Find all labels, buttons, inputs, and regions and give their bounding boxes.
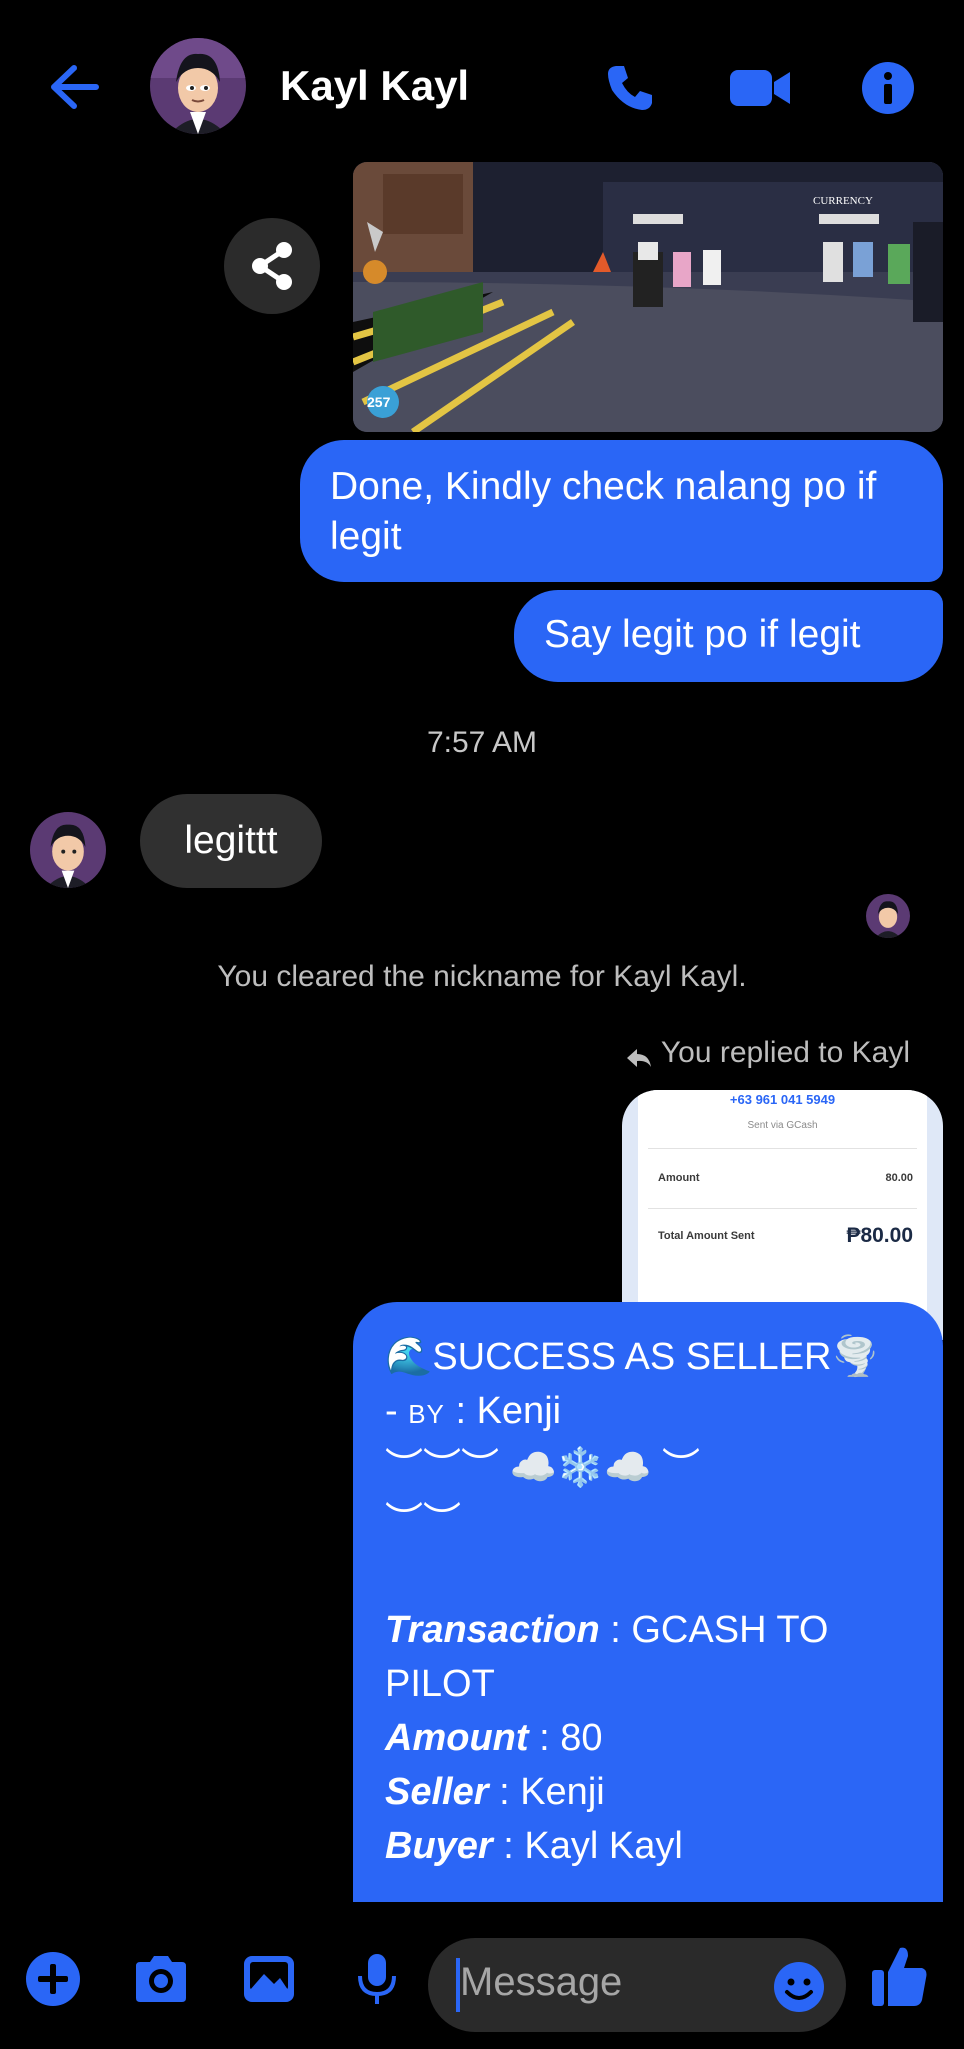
- currency-label: CURRENCY: [813, 195, 873, 207]
- system-notice: You cleared the nickname for Kayl Kayl.: [217, 960, 747, 993]
- back-arrow-icon[interactable]: [44, 62, 104, 112]
- success-by-line: - BY : Kenji: [385, 1390, 562, 1432]
- microphone-icon[interactable]: [348, 1950, 406, 2008]
- receipt-total-label: Total Amount Sent: [658, 1230, 755, 1242]
- receipt-divider: [648, 1208, 917, 1209]
- outgoing-message[interactable]: Done, Kindly check nalang po if legit: [300, 440, 943, 582]
- phone-icon[interactable]: [602, 60, 658, 116]
- receipt-sent-via: Sent via GCash: [747, 1120, 818, 1131]
- incoming-message[interactable]: legittt: [140, 794, 322, 888]
- seen-indicator-avatar: [866, 894, 910, 938]
- transaction-line: Transaction : GCASH TO: [385, 1609, 829, 1651]
- chat-screen: Kayl Kayl CURRENCY 257 Done, Kindly chec…: [0, 0, 964, 2049]
- contact-name[interactable]: Kayl Kayl: [280, 62, 469, 110]
- outgoing-transaction-message[interactable]: 🌊SUCCESS AS SELLER🌪️ - BY : Kenji ︶︶︶ ☁️…: [353, 1302, 943, 1902]
- receipt-amount-value: 80.00: [885, 1172, 913, 1184]
- reply-icon: [625, 1043, 653, 1068]
- transaction-line-cont: PILOT: [385, 1663, 495, 1705]
- camera-icon[interactable]: [132, 1950, 190, 2008]
- thumbs-up-icon[interactable]: [870, 1942, 930, 2010]
- contact-avatar[interactable]: [150, 38, 246, 134]
- game-screenshot-image[interactable]: CURRENCY 257: [353, 162, 943, 432]
- video-icon[interactable]: [728, 60, 794, 116]
- message-timestamp: 7:57 AM: [426, 726, 538, 759]
- seller-line: Seller : Kenji: [385, 1771, 605, 1813]
- success-title: 🌊SUCCESS AS SELLER🌪️: [385, 1336, 879, 1378]
- decor-line: ︶︶: [385, 1501, 462, 1543]
- reply-context-label: You replied to Kayl: [625, 1036, 910, 1070]
- receipt-total-value: ₱80.00: [846, 1224, 913, 1247]
- receipt-amount-label: Amount: [658, 1172, 700, 1184]
- outgoing-message[interactable]: Say legit po if legit: [514, 590, 943, 682]
- emoji-icon[interactable]: [772, 1960, 826, 2014]
- plus-icon[interactable]: [24, 1950, 82, 2008]
- receipt-divider: [648, 1148, 917, 1149]
- level-badge: 257: [367, 394, 391, 410]
- info-icon[interactable]: [860, 60, 916, 116]
- sender-avatar[interactable]: [30, 812, 106, 888]
- decor-line: ︶︶︶ ☁️❄️☁️ ︶: [385, 1447, 701, 1489]
- chat-header: Kayl Kayl: [0, 0, 964, 160]
- share-button[interactable]: [224, 218, 320, 314]
- buyer-line: Buyer : Kayl Kayl: [385, 1825, 683, 1867]
- receipt-phone: +63 961 041 5949: [729, 1092, 836, 1107]
- reply-label-text: You replied to Kayl: [660, 1036, 910, 1069]
- share-icon: [252, 242, 292, 290]
- message-placeholder: Message: [460, 1960, 623, 2004]
- amount-line: Amount : 80: [385, 1717, 603, 1759]
- gallery-icon[interactable]: [240, 1950, 298, 2008]
